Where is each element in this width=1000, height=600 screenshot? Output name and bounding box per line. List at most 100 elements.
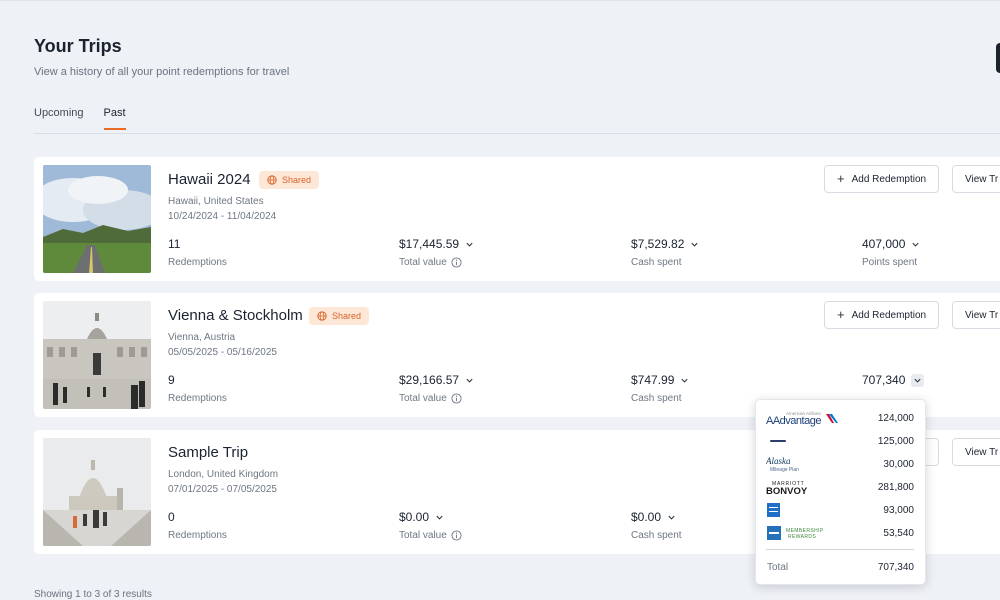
add-redemption-button[interactable]: + Add Redemption [824, 165, 940, 193]
points-value: 281,800 [877, 481, 914, 493]
points-total-value: 707,340 [877, 562, 914, 573]
trips-page: Your Trips View a history of all your po… [0, 0, 1000, 600]
points-row-alaska: Alaska Mileage Plan 30,000 [766, 454, 914, 474]
trip-dates: 05/05/2025 - 05/16/2025 [168, 347, 277, 358]
cash-spent-label: Cash spent [631, 257, 682, 268]
points-spent-label: Points spent [862, 257, 918, 268]
trip-card-hawaii[interactable]: Hawaii 2024 Shared Hawaii, United States… [34, 157, 1000, 281]
plus-icon: + [837, 307, 845, 322]
total-value: $17,445.59 [399, 237, 474, 251]
redemptions-value: 11 [168, 237, 181, 251]
page-title: Your Trips [34, 36, 122, 56]
info-icon[interactable] [451, 257, 462, 268]
trip-tabs: Upcoming Past [34, 107, 126, 130]
trip-name[interactable]: Vienna & Stockholm [168, 307, 303, 324]
add-redemption-button[interactable]: + Add Redemption [824, 301, 940, 329]
chevron-down-icon[interactable] [690, 240, 699, 249]
trip-name[interactable]: Hawaii 2024 [168, 171, 251, 188]
chevron-down-icon[interactable] [911, 240, 920, 249]
shared-badge: Shared [309, 307, 370, 325]
points-spent: 407,000 [862, 237, 920, 251]
tab-upcoming[interactable]: Upcoming [34, 107, 84, 130]
add-redemption-label: Add Redemption [851, 309, 927, 321]
points-spent-amount: 407,000 [862, 237, 906, 251]
results-count: Showing 1 to 3 of 3 results [34, 589, 152, 600]
cash-spent: $7,529.82 [631, 237, 699, 251]
points-row-aadvantage: American Airlines AAdvantage 124,000 [766, 408, 914, 428]
amex-membership-rewards-logo: MEMBERSHIP REWARDS [766, 523, 828, 543]
chevron-down-icon[interactable] [680, 376, 689, 385]
cash-spent-label: Cash spent [631, 393, 682, 404]
points-value: 93,000 [883, 504, 914, 516]
view-trip-button[interactable]: View Tr [952, 438, 1000, 466]
chevron-down-icon[interactable] [465, 240, 474, 249]
trip-photo [43, 438, 151, 546]
tab-past[interactable]: Past [103, 107, 126, 130]
points-row-2: 125,000 [766, 431, 914, 451]
globe-icon [317, 311, 327, 321]
cash-spent-amount: $747.99 [631, 373, 675, 387]
tabs-divider [34, 133, 1000, 134]
page-subtitle: View a history of all your point redempt… [34, 66, 290, 78]
view-trip-button[interactable]: View Tr [952, 301, 1000, 329]
redemptions-count: 9 [168, 373, 175, 387]
chevron-down-icon[interactable] [465, 376, 474, 385]
points-row-amex: MEMBERSHIP REWARDS 53,540 [766, 523, 914, 543]
view-trip-label: View Tr [965, 446, 999, 458]
points-spent: 707,340 [862, 373, 925, 387]
total-value: $0.00 [399, 510, 444, 524]
total-value-label-text: Total value [399, 257, 447, 268]
shared-badge: Shared [259, 171, 320, 189]
redemptions-count: 11 [168, 237, 180, 251]
view-trip-label: View Tr [965, 309, 999, 321]
alaska-logo: Alaska Mileage Plan [766, 454, 816, 474]
total-value-amount: $29,166.57 [399, 373, 460, 387]
total-value-label-text: Total value [399, 393, 447, 404]
points-value: 124,000 [877, 412, 914, 424]
chevron-down-icon[interactable] [667, 513, 676, 522]
total-value-amount: $0.00 [399, 510, 430, 524]
info-icon[interactable] [451, 530, 462, 541]
points-total-label: Total [767, 562, 789, 573]
trip-dates: 10/24/2024 - 11/04/2024 [168, 211, 277, 222]
aadvantage-logo-text: AAdvantage [766, 415, 821, 427]
redemptions-label: Redemptions [168, 530, 227, 541]
total-value: $29,166.57 [399, 373, 474, 387]
amex-logo-small: REWARDS [788, 534, 816, 540]
popover-divider [766, 549, 914, 550]
redemptions-label: Redemptions [168, 257, 227, 268]
badge-label: Shared [332, 311, 362, 321]
trip-name[interactable]: Sample Trip [168, 444, 248, 461]
points-value: 53,540 [883, 527, 914, 539]
info-icon[interactable] [451, 393, 462, 404]
view-trip-label: View Tr [965, 173, 999, 185]
total-value-amount: $17,445.59 [399, 237, 460, 251]
view-trip-button[interactable]: View Tr [952, 165, 1000, 193]
trip-location: London, United Kingdom [168, 469, 279, 480]
redemptions-label: Redemptions [168, 393, 227, 404]
chevron-down-icon[interactable] [435, 513, 444, 522]
cash-spent-label: Cash spent [631, 530, 682, 541]
bonvoy-logo: MARRIOTT BONVOY [766, 477, 820, 497]
points-spent-amount: 707,340 [862, 373, 906, 387]
total-value-label-text: Total value [399, 530, 447, 541]
chevron-down-icon[interactable] [911, 373, 925, 387]
points-row-5: 93,000 [766, 500, 914, 520]
aadvantage-logo: American Airlines AAdvantage [766, 408, 840, 428]
alaska-logo-small: Mileage Plan [770, 467, 799, 473]
cash-spent: $0.00 [631, 510, 676, 524]
header-action-button[interactable] [996, 43, 1000, 73]
total-value-label: Total value [399, 257, 462, 268]
total-value-label: Total value [399, 530, 462, 541]
globe-icon [267, 175, 277, 185]
trip-dates: 07/01/2025 - 07/05/2025 [168, 484, 277, 495]
cash-spent-amount: $0.00 [631, 510, 662, 524]
trip-location: Hawaii, United States [168, 196, 264, 207]
trip-photo [43, 301, 151, 409]
top-border [0, 0, 1000, 1]
redemptions-value: 0 [168, 510, 175, 524]
redemptions-count: 0 [168, 510, 175, 524]
cash-spent: $747.99 [631, 373, 689, 387]
trip-photo [43, 165, 151, 273]
cash-spent-amount: $7,529.82 [631, 237, 685, 251]
